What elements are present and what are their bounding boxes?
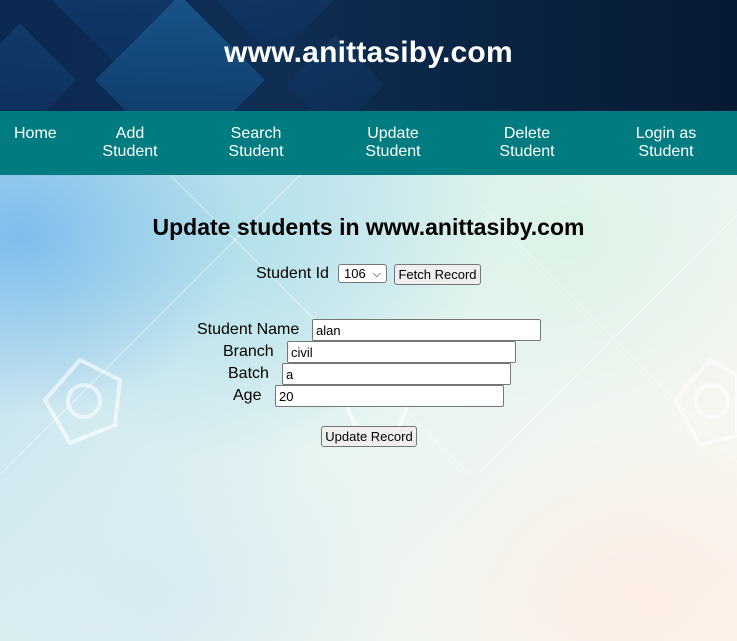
nav-item-delete-student[interactable]: Delete Student — [493, 125, 561, 161]
student-id-select[interactable]: 106 ⌵ — [338, 264, 387, 283]
age-input[interactable] — [275, 385, 504, 407]
branch-label: Branch — [223, 343, 274, 360]
update-record-button[interactable]: Update Record — [321, 426, 417, 447]
age-label: Age — [233, 387, 262, 404]
chevron-down-icon: ⌵ — [372, 268, 381, 280]
branch-input[interactable] — [287, 341, 516, 363]
page-title: Update students in www.anittasiby.com — [152, 214, 585, 240]
nav-item-login-student[interactable]: Login as Student — [630, 125, 702, 161]
nav-item-home[interactable]: Home — [14, 125, 57, 143]
header-banner: www.anittasiby.com — [0, 0, 737, 111]
page: www.anittasiby.com Home Add Student Sear… — [0, 0, 737, 641]
nav-item-update-student[interactable]: Update Student — [359, 125, 427, 161]
nav-bar: Home Add Student Search Student Update S… — [0, 111, 737, 175]
student-id-selected-value: 106 — [344, 266, 366, 281]
student-name-input[interactable] — [312, 319, 541, 341]
nav-item-search-student[interactable]: Search Student — [222, 125, 290, 161]
student-id-label: Student Id — [256, 265, 329, 282]
content-background — [0, 175, 737, 641]
nav-item-add-student[interactable]: Add Student — [96, 125, 164, 161]
fetch-record-button[interactable]: Fetch Record — [394, 264, 481, 285]
student-name-label: Student Name — [197, 321, 300, 338]
site-title: www.anittasiby.com — [224, 36, 513, 69]
batch-input[interactable] — [282, 363, 511, 385]
watermark-decoration — [0, 175, 737, 476]
batch-label: Batch — [228, 365, 269, 382]
